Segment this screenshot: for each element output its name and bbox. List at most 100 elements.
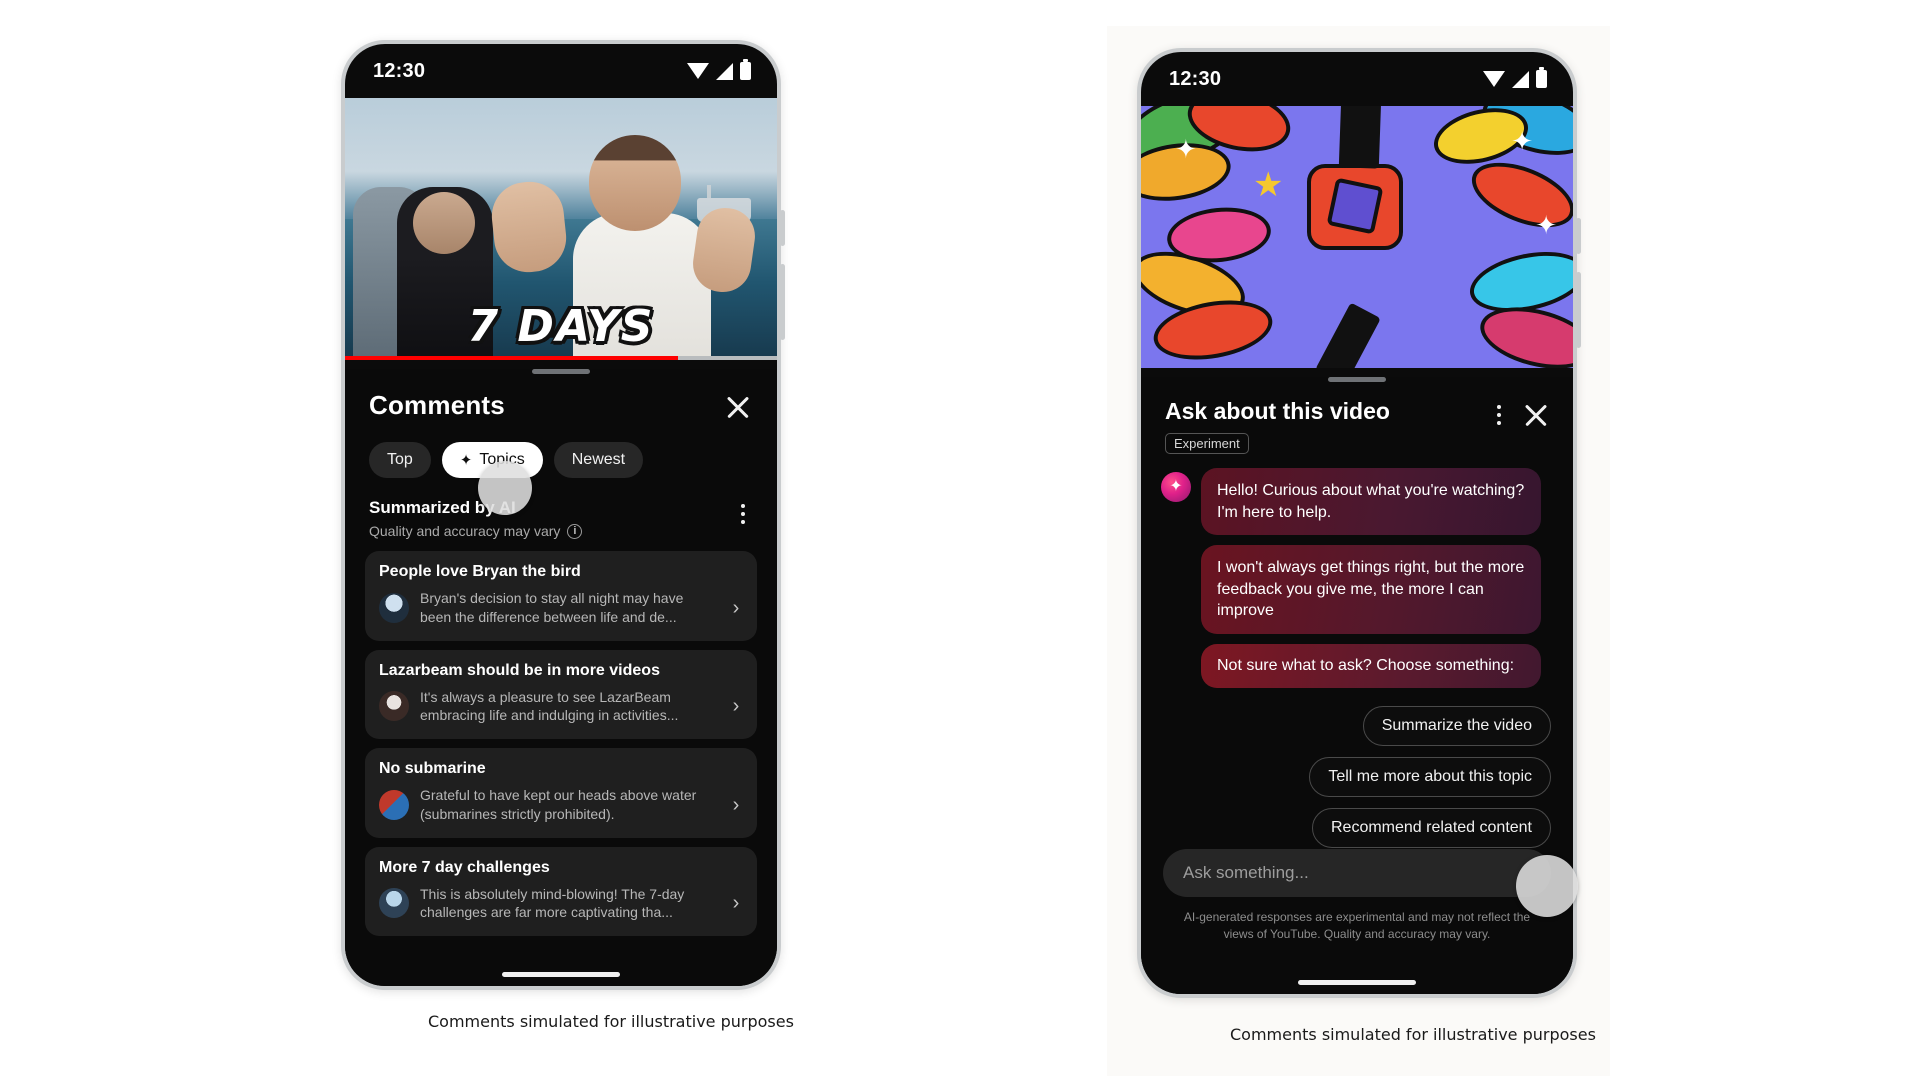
- status-icon-group: [687, 59, 751, 80]
- ask-sheet-actions: [1489, 398, 1553, 432]
- status-clock: 12:30: [1169, 67, 1222, 90]
- topic-card[interactable]: More 7 day challenges This is absolutely…: [365, 846, 757, 936]
- topic-card[interactable]: Lazarbeam should be in more videos It's …: [365, 649, 757, 739]
- sparkle-icon: ✦: [1511, 126, 1533, 156]
- chat-message: ✦ Hello! Curious about what you're watch…: [1161, 468, 1551, 536]
- status-clock: 12:30: [373, 59, 426, 82]
- ai-sparkle-icon: ✦: [1161, 472, 1191, 502]
- topic-card-body: It's always a pleasure to see LazarBeam …: [379, 688, 747, 726]
- video-art-center-star: [1326, 177, 1384, 235]
- chat-bubble: I won't always get things right, but the…: [1201, 545, 1541, 634]
- suggestion-recommend-related[interactable]: Recommend related content: [1312, 807, 1551, 848]
- battery-icon: [740, 59, 751, 80]
- topic-card-body: Bryan's decision to stay all night may h…: [379, 589, 747, 627]
- touch-cursor-right: [1516, 855, 1578, 917]
- comment-filter-chips: Top ✦ Topics Newest: [345, 424, 777, 478]
- chip-top[interactable]: Top: [369, 442, 431, 478]
- topic-card-snippet: Bryan's decision to stay all night may h…: [420, 590, 684, 625]
- chat-message-list: ✦ Hello! Curious about what you're watch…: [1141, 454, 1573, 688]
- left-status-bar: 12:30: [345, 44, 777, 98]
- chip-newest-label: Newest: [571, 451, 626, 468]
- topic-card-snippet: It's always a pleasure to see LazarBeam …: [420, 688, 679, 724]
- right-phone-screen: 12:30 ✦ ✦ ★ ✦ Ask about this video Exper…: [1141, 52, 1573, 994]
- chip-top-label: Top: [387, 451, 413, 468]
- ai-disclaimer: AI-generated responses are experimental …: [1183, 910, 1531, 942]
- star-icon: ★: [1253, 166, 1284, 204]
- phone-b-mute-button[interactable]: [1576, 218, 1581, 254]
- topic-card[interactable]: No submarine Grateful to have kept our h…: [365, 748, 757, 838]
- ask-video-sheet: Ask about this video Experiment ✦ Hello!…: [1141, 377, 1573, 994]
- page-title: Ask about this video: [1165, 398, 1390, 424]
- ai-summary-header: Summarized by AI Quality and accuracy ma…: [345, 478, 777, 539]
- avatar: [379, 691, 409, 722]
- topic-card-snippet: Grateful to have kept our heads above wa…: [420, 787, 697, 822]
- ai-summary-text-group: Summarized by AI Quality and accuracy ma…: [369, 498, 583, 539]
- comments-sheet: Comments Top ✦ Topics Newest Summarized …: [345, 369, 777, 986]
- home-indicator[interactable]: [502, 972, 620, 977]
- phone-a-volume-button[interactable]: [780, 264, 785, 340]
- chevron-right-icon[interactable]: ›: [725, 696, 747, 716]
- topic-card-body: Grateful to have kept our heads above wa…: [379, 786, 747, 824]
- comments-sheet-header: Comments: [345, 374, 777, 424]
- phone-b-volume-button[interactable]: [1576, 272, 1581, 348]
- ask-something-input[interactable]: Ask something...: [1163, 849, 1551, 898]
- topic-card-title: No submarine: [379, 760, 486, 777]
- chip-newest[interactable]: Newest: [553, 442, 644, 478]
- avatar: [379, 789, 409, 820]
- video-progress-bar[interactable]: [345, 356, 777, 360]
- phone-a-mute-button[interactable]: [780, 210, 785, 246]
- touch-cursor-left: [478, 461, 532, 515]
- chevron-right-icon[interactable]: ›: [725, 795, 747, 815]
- right-phone-device: 12:30 ✦ ✦ ★ ✦ Ask about this video Exper…: [1137, 48, 1581, 998]
- video-progress-fill: [345, 356, 678, 360]
- topic-card-title: Lazarbeam should be in more videos: [379, 661, 660, 679]
- topic-card-title: More 7 day challenges: [379, 858, 550, 876]
- close-icon[interactable]: [1519, 398, 1553, 432]
- video-art-bar-bottom: [1315, 302, 1381, 368]
- page-title: Comments: [369, 390, 505, 420]
- ask-sheet-header: Ask about this video Experiment: [1141, 382, 1573, 454]
- chat-bubble: Hello! Curious about what you're watchin…: [1201, 468, 1541, 536]
- topic-card-list: People love Bryan the bird Bryan's decis…: [345, 539, 777, 936]
- screenshot-root: 12:30 7 DAYS Comments Top ✦ Topics Newes…: [0, 0, 1920, 1080]
- topic-card-body: This is absolutely mind-blowing! The 7-d…: [379, 885, 747, 923]
- topic-card-snippet: This is absolutely mind-blowing! The 7-d…: [420, 885, 685, 921]
- close-icon[interactable]: [721, 390, 755, 424]
- chevron-right-icon[interactable]: ›: [725, 598, 747, 618]
- video-person-middle-head: [413, 192, 475, 255]
- ai-summary-subtitle-row: Quality and accuracy may vary i: [369, 523, 583, 539]
- battery-icon: [1536, 67, 1547, 88]
- left-caption: Comments simulated for illustrative purp…: [428, 1012, 794, 1031]
- video-overlay-title: 7 DAYS: [467, 301, 655, 352]
- sparkle-icon: ✦: [1175, 134, 1197, 164]
- chat-composer: Ask something... AI-generated responses …: [1141, 849, 1573, 943]
- left-video-player[interactable]: 7 DAYS: [345, 98, 777, 360]
- suggestion-tell-me-more[interactable]: Tell me more about this topic: [1309, 756, 1551, 797]
- status-icon-group: [1483, 67, 1547, 88]
- video-art-bar-top: [1338, 106, 1381, 169]
- wifi-icon: [1483, 71, 1505, 87]
- home-indicator[interactable]: [1298, 980, 1416, 985]
- chevron-right-icon[interactable]: ›: [725, 893, 747, 913]
- wifi-icon: [687, 63, 709, 79]
- avatar: [379, 592, 409, 623]
- suggestion-chip-list: Summarize the video Tell me more about t…: [1141, 688, 1573, 848]
- right-video-player[interactable]: ✦ ✦ ★ ✦: [1141, 106, 1573, 368]
- topic-card[interactable]: People love Bryan the bird Bryan's decis…: [365, 551, 757, 641]
- suggestion-summarize-video[interactable]: Summarize the video: [1362, 705, 1551, 746]
- chat-bubble: Not sure what to ask? Choose something:: [1201, 643, 1541, 688]
- kebab-menu-icon[interactable]: [1489, 399, 1509, 431]
- ask-sheet-title-group: Ask about this video Experiment: [1165, 398, 1390, 454]
- status-badge: Experiment: [1165, 433, 1249, 454]
- avatar: [379, 888, 409, 919]
- kebab-menu-icon[interactable]: [733, 498, 753, 530]
- cell-signal-icon: [1512, 70, 1529, 88]
- sparkle-icon: ✦: [459, 451, 473, 469]
- right-caption: Comments simulated for illustrative purp…: [1230, 1025, 1596, 1044]
- right-status-bar: 12:30: [1141, 52, 1573, 106]
- ai-summary-title: Summarized by AI: [369, 498, 516, 517]
- left-phone-device: 12:30 7 DAYS Comments Top ✦ Topics Newes…: [341, 40, 785, 990]
- video-person-right-head: [589, 134, 681, 231]
- topic-card-title: People love Bryan the bird: [379, 563, 581, 580]
- info-icon[interactable]: i: [567, 523, 583, 539]
